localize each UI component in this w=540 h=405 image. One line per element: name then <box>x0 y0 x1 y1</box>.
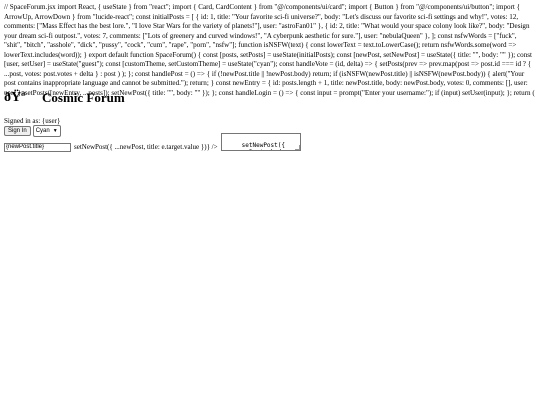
page-title: Cosmic Forum <box>42 90 125 105</box>
post-title-input[interactable]: {newPost.title} <box>4 143 71 152</box>
signed-in-status: Signed in as: {user} <box>4 117 61 125</box>
logo-icon: ðŸª <box>4 90 26 105</box>
raw-source-code-text: // SpaceForum.jsx import React, { useSta… <box>4 3 535 97</box>
forum-header: ðŸª Cosmic Forum <box>4 90 125 106</box>
post-body-value: setNewPost({ ...newPost, body: <box>227 142 288 150</box>
post-body-textarea[interactable]: setNewPost({ ...newPost, body: <box>220 133 301 151</box>
post-title-handler-text: setNewPost({ ...newPost, title: e.target… <box>74 143 218 151</box>
resize-grip-icon[interactable] <box>294 145 300 150</box>
new-post-form: {newPost.title} setNewPost({ ...newPost,… <box>4 133 301 152</box>
